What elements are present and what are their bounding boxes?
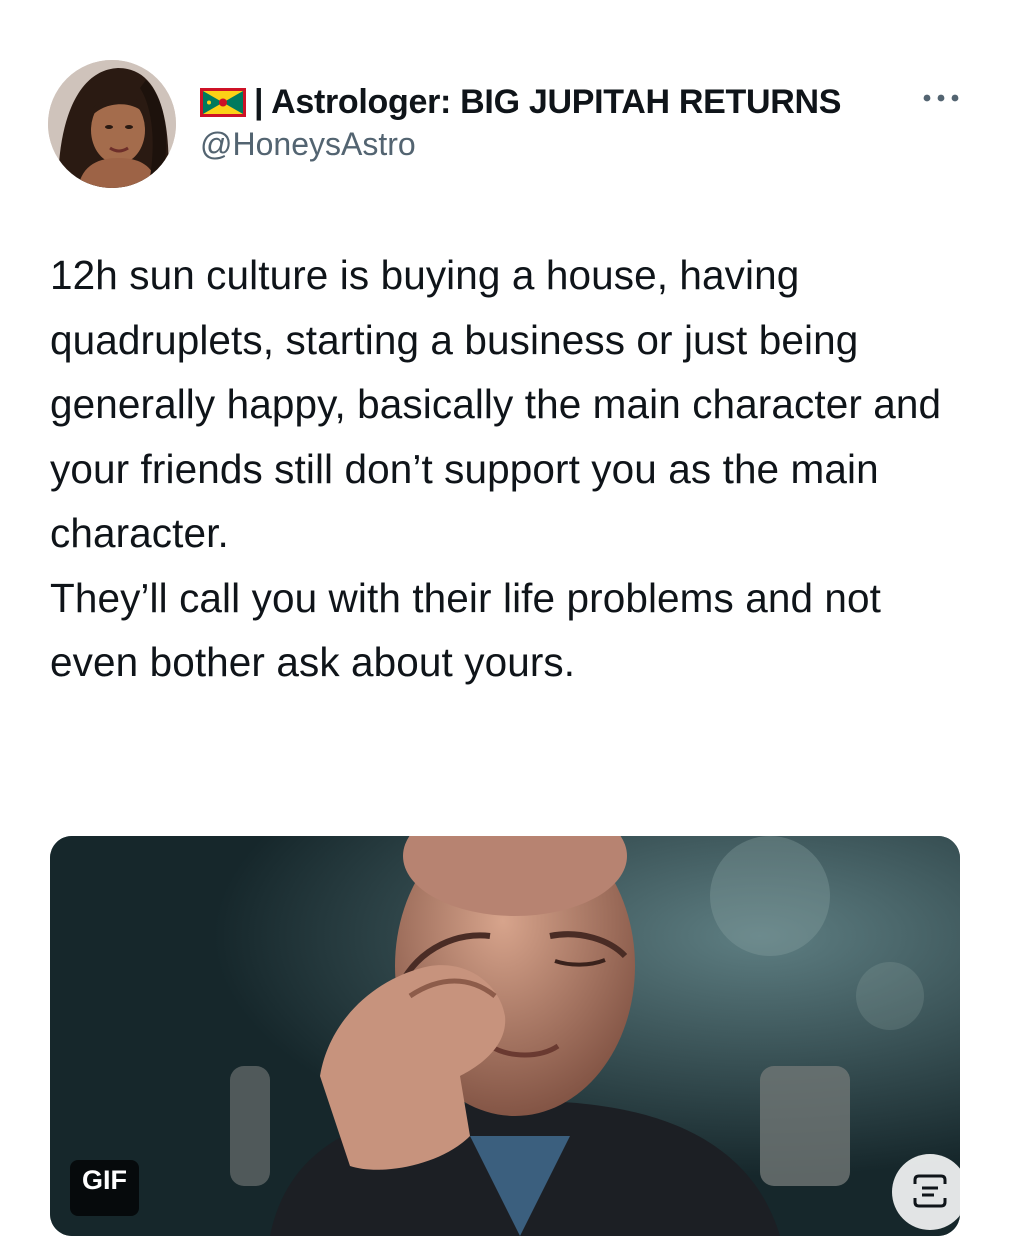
alt-text-button[interactable]: [892, 1154, 960, 1230]
tweet-header: | Astrologer: BIG JUPITAH RETURNS @Honey…: [48, 60, 969, 190]
gif-badge: GIF: [70, 1160, 139, 1216]
tweet-media-gif[interactable]: GIF: [50, 836, 960, 1236]
more-options-icon[interactable]: [919, 88, 963, 108]
tweet-paragraph: 12h sun culture is buying a house, havin…: [50, 252, 942, 556]
avatar[interactable]: [48, 60, 176, 188]
author-names: | Astrologer: BIG JUPITAH RETURNS @Honey…: [200, 82, 841, 163]
user-handle[interactable]: @HoneysAstro: [200, 126, 841, 163]
gif-frame-image: [50, 836, 960, 1236]
display-name: | Astrologer: BIG JUPITAH RETURNS: [254, 82, 842, 121]
grenada-flag-icon: [200, 87, 246, 117]
display-name-line[interactable]: | Astrologer: BIG JUPITAH RETURNS: [200, 82, 841, 122]
tweet-paragraph: They’ll call you with their life problem…: [50, 574, 882, 686]
tweet-text: 12h sun culture is buying a house, havin…: [50, 243, 980, 695]
avatar-image: [48, 60, 176, 188]
alt-text-icon: [913, 1174, 947, 1208]
